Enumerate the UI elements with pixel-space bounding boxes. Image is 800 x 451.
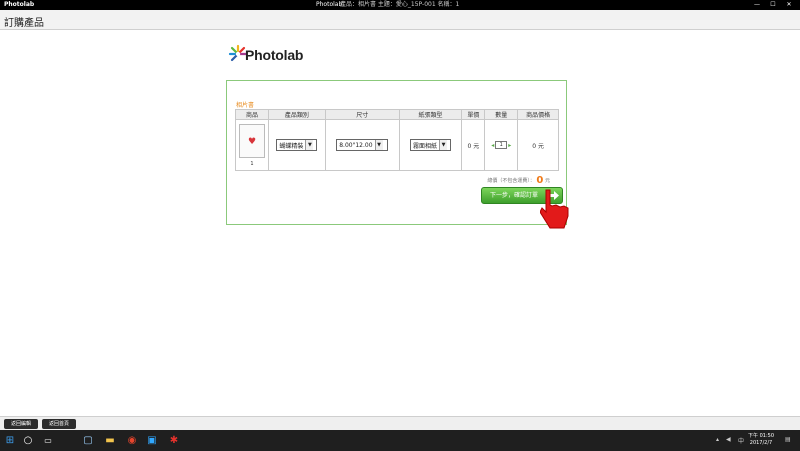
brand-name: Photolab	[245, 47, 304, 63]
chrome-icon[interactable]: ◉	[124, 433, 140, 448]
total-summary: 總價（不包含運費）： 0 元	[487, 175, 550, 186]
size-select-value: 8.00"12.00	[339, 141, 373, 149]
bottom-toolbar: 返回編輯 返回首頁	[0, 416, 800, 430]
window-title: Photolab	[316, 1, 343, 8]
category-cell: 蝴蝶精裝 ▼	[267, 119, 326, 171]
column-header: 商品價格	[517, 109, 559, 120]
order-table: 商品 產品類別 尺寸 紙張類型 單價 數量 商品價格 ♥ 1 蝴蝶精裝 ▼ 8.…	[235, 109, 559, 171]
select-caret-icon: ▼	[439, 140, 448, 150]
hand-pointer-icon	[540, 189, 569, 229]
total-label: 總價（不包含運費）：	[487, 178, 535, 184]
volume-icon[interactable]: ◀	[726, 436, 731, 443]
size-select[interactable]: 8.00"12.00 ▼	[336, 139, 389, 151]
select-caret-icon: ▼	[374, 140, 383, 150]
paper-cell: 霧面相紙 ▼	[398, 119, 463, 171]
folder-icon[interactable]: ▬	[102, 433, 118, 448]
paper-select-value: 霧面相紙	[413, 142, 438, 150]
titlebar-logo: Photolab	[4, 1, 35, 8]
back-to-edit-button[interactable]: 返回編輯	[4, 419, 38, 429]
maximize-icon[interactable]: ☐	[768, 0, 778, 10]
product-category-label: 相片書	[236, 102, 255, 109]
increase-arrow-icon[interactable]: ▸	[508, 142, 511, 149]
total-unit: 元	[544, 178, 550, 184]
next-button-label: 下一步，確認訂單	[490, 192, 539, 199]
product-thumbnail[interactable]: ♥	[238, 123, 265, 158]
order-panel: 相片書 商品 產品類別 尺寸 紙張類型 單價 數量 商品價格 ♥ 1 蝴蝶精裝 …	[226, 80, 567, 225]
column-header: 單價	[461, 109, 486, 120]
column-header: 商品	[235, 109, 269, 120]
decrease-arrow-icon[interactable]: ◂	[491, 142, 494, 149]
column-header: 產品類別	[267, 109, 326, 120]
windows-taskbar: ⊞ ○ ▭ ▢ ▬ ◉ ▣ ✱ ▴ ◀ 中 下午 01:50 2017/2/7 …	[0, 430, 800, 451]
column-header: 紙張類型	[398, 109, 463, 120]
taskbar-clock[interactable]: 下午 01:50 2017/2/7	[748, 433, 774, 447]
photolab-app-icon[interactable]: ✱	[166, 433, 182, 448]
close-icon[interactable]: ✕	[784, 0, 794, 10]
paper-select[interactable]: 霧面相紙 ▼	[410, 139, 452, 151]
table-header-row: 商品 產品類別 尺寸 紙張類型 單價 數量 商品價格	[235, 109, 559, 120]
page-header: 訂購產品	[0, 10, 800, 30]
clock-date: 2017/2/7	[749, 440, 773, 446]
unit-price-cell: 0 元	[461, 119, 486, 171]
size-cell: 8.00"12.00 ▼	[324, 119, 400, 171]
task-view-icon[interactable]: ▭	[40, 433, 56, 448]
clock-time: 下午 01:50	[748, 433, 774, 439]
table-row: ♥ 1 蝴蝶精裝 ▼ 8.00"12.00 ▼ 霧面相紙 ▼ 0 元 ◂ 1 ▸…	[235, 119, 559, 171]
notification-icon[interactable]: ▤	[785, 436, 791, 443]
select-caret-icon: ▼	[305, 140, 314, 150]
category-select-value: 蝴蝶精裝	[279, 142, 304, 150]
quantity-input[interactable]: 1	[495, 141, 508, 149]
ime-icon[interactable]: 中	[738, 436, 744, 445]
window-titlebar: Photolab Photolab 產品：相片書 主題：愛心_15P-001 名…	[0, 0, 800, 10]
heart-icon: ♥	[247, 136, 257, 147]
minimize-icon[interactable]: —	[752, 0, 762, 10]
category-select[interactable]: 蝴蝶精裝 ▼	[276, 139, 318, 151]
price-cell: 0 元	[517, 119, 559, 171]
product-thumbnail-cell: ♥ 1	[235, 119, 269, 171]
column-header: 尺寸	[324, 109, 400, 120]
column-header: 數量	[484, 109, 519, 120]
quantity-stepper[interactable]: ◂ 1 ▸	[491, 141, 511, 149]
photoshop-icon[interactable]: ▣	[144, 433, 160, 448]
network-icon[interactable]: ▴	[716, 436, 719, 443]
total-value: 0	[536, 175, 544, 186]
app-icon[interactable]: ▢	[80, 433, 96, 448]
window-product-info: 產品：相片書 主題：愛心_15P-001 名稱：1	[340, 1, 460, 8]
page-title: 訂購產品	[4, 18, 44, 29]
quantity-cell: ◂ 1 ▸	[484, 119, 519, 171]
windows-start-icon[interactable]: ⊞	[2, 433, 18, 448]
thumbnail-label: 1	[250, 160, 254, 167]
search-icon[interactable]: ○	[20, 433, 36, 448]
back-to-home-button[interactable]: 返回首頁	[42, 419, 76, 429]
